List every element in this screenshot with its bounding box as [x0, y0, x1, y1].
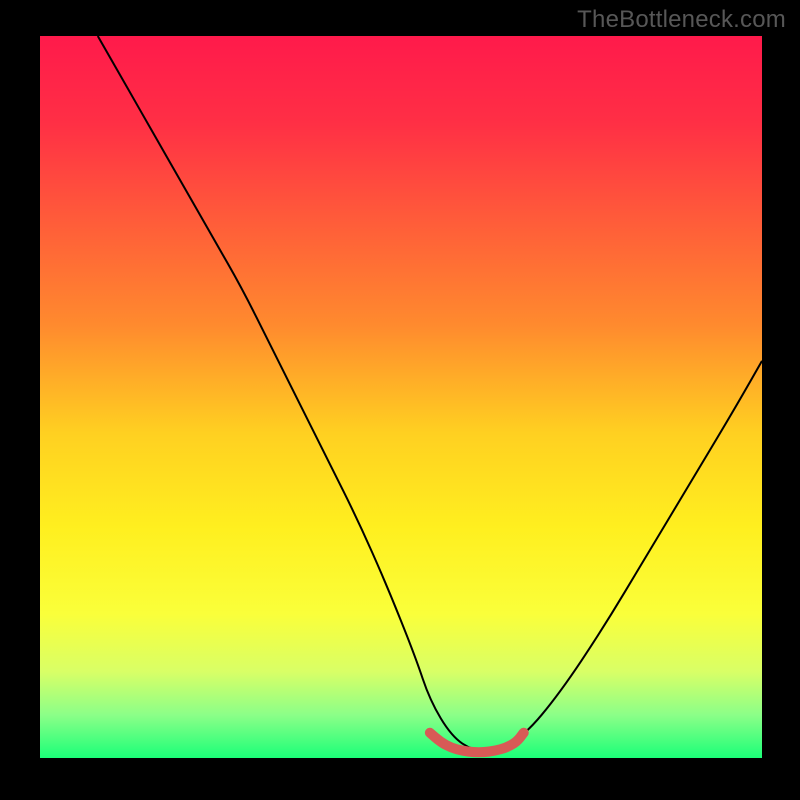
watermark-text: TheBottleneck.com [577, 6, 786, 34]
chart-frame: TheBottleneck.com [0, 0, 800, 800]
gradient-background [40, 36, 762, 758]
bottleneck-chart [0, 0, 800, 800]
